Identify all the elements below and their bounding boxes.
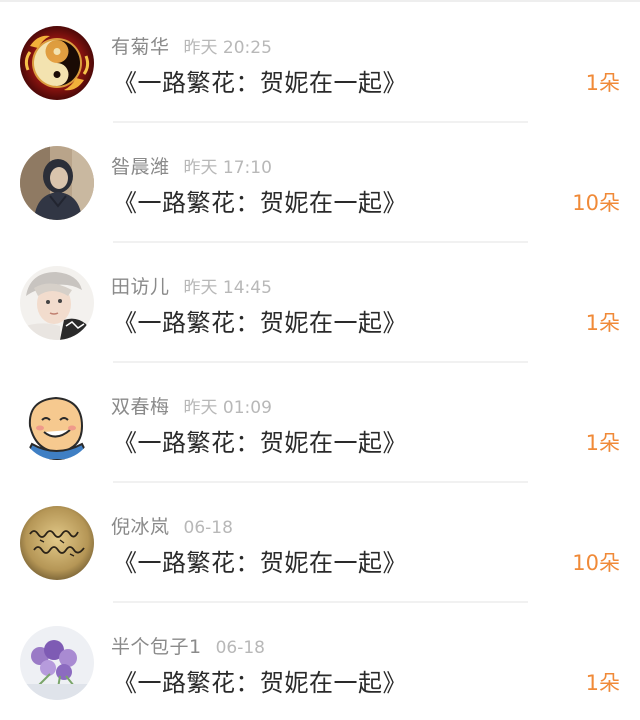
list-item[interactable]: 倪冰岚 06-18 《一路繁花：贺妮在一起》 10朵 <box>0 480 640 603</box>
timestamp: 昨天 01:09 <box>183 398 272 418</box>
gift-message: 《一路繁花：贺妮在一起》 <box>113 549 407 577</box>
gift-message: 《一路繁花：贺妮在一起》 <box>113 69 407 97</box>
list-item[interactable]: 有菊华 昨天 20:25 《一路繁花：贺妮在一起》 1朵 <box>0 0 640 123</box>
user-name[interactable]: 有菊华 <box>111 36 170 58</box>
gift-message: 《一路繁花：贺妮在一起》 <box>113 309 407 337</box>
timestamp: 昨天 14:45 <box>183 278 272 298</box>
timestamp: 昨天 20:25 <box>183 38 272 58</box>
user-name[interactable]: 双春梅 <box>111 396 170 418</box>
cartoon-bald-man-avatar[interactable] <box>20 386 94 460</box>
flower-count: 10朵 <box>572 191 620 215</box>
yin-yang-dragon-avatar[interactable] <box>20 26 94 100</box>
gift-message: 《一路繁花：贺妮在一起》 <box>113 189 407 217</box>
flower-count: 10朵 <box>572 551 620 575</box>
handwriting-note-avatar[interactable] <box>20 506 94 580</box>
timestamp: 06-18 <box>183 518 233 538</box>
user-name[interactable]: 半个包子1 <box>111 636 202 658</box>
user-name[interactable]: 昝晨潍 <box>111 156 170 178</box>
boy-face-avatar[interactable] <box>20 266 94 340</box>
flower-count: 1朵 <box>585 671 620 695</box>
list-item[interactable]: 昝晨潍 昨天 17:10 《一路繁花：贺妮在一起》 10朵 <box>0 120 640 243</box>
flower-count: 1朵 <box>585 311 620 335</box>
flower-count: 1朵 <box>585 71 620 95</box>
list-item[interactable]: 田访儿 昨天 14:45 《一路繁花：贺妮在一起》 1朵 <box>0 240 640 363</box>
user-name[interactable]: 田访儿 <box>111 276 170 298</box>
gift-message: 《一路繁花：贺妮在一起》 <box>113 669 407 697</box>
gift-message: 《一路繁花：贺妮在一起》 <box>113 429 407 457</box>
purple-flowers-avatar[interactable] <box>20 626 94 700</box>
list-item[interactable]: 半个包子1 06-18 《一路繁花：贺妮在一起》 1朵 <box>0 600 640 720</box>
list-item[interactable]: 双春梅 昨天 01:09 《一路繁花：贺妮在一起》 1朵 <box>0 360 640 483</box>
flower-count: 1朵 <box>585 431 620 455</box>
user-name[interactable]: 倪冰岚 <box>111 516 170 538</box>
timestamp: 06-18 <box>215 638 265 658</box>
timestamp: 昨天 17:10 <box>183 158 272 178</box>
hooded-person-avatar[interactable] <box>20 146 94 220</box>
